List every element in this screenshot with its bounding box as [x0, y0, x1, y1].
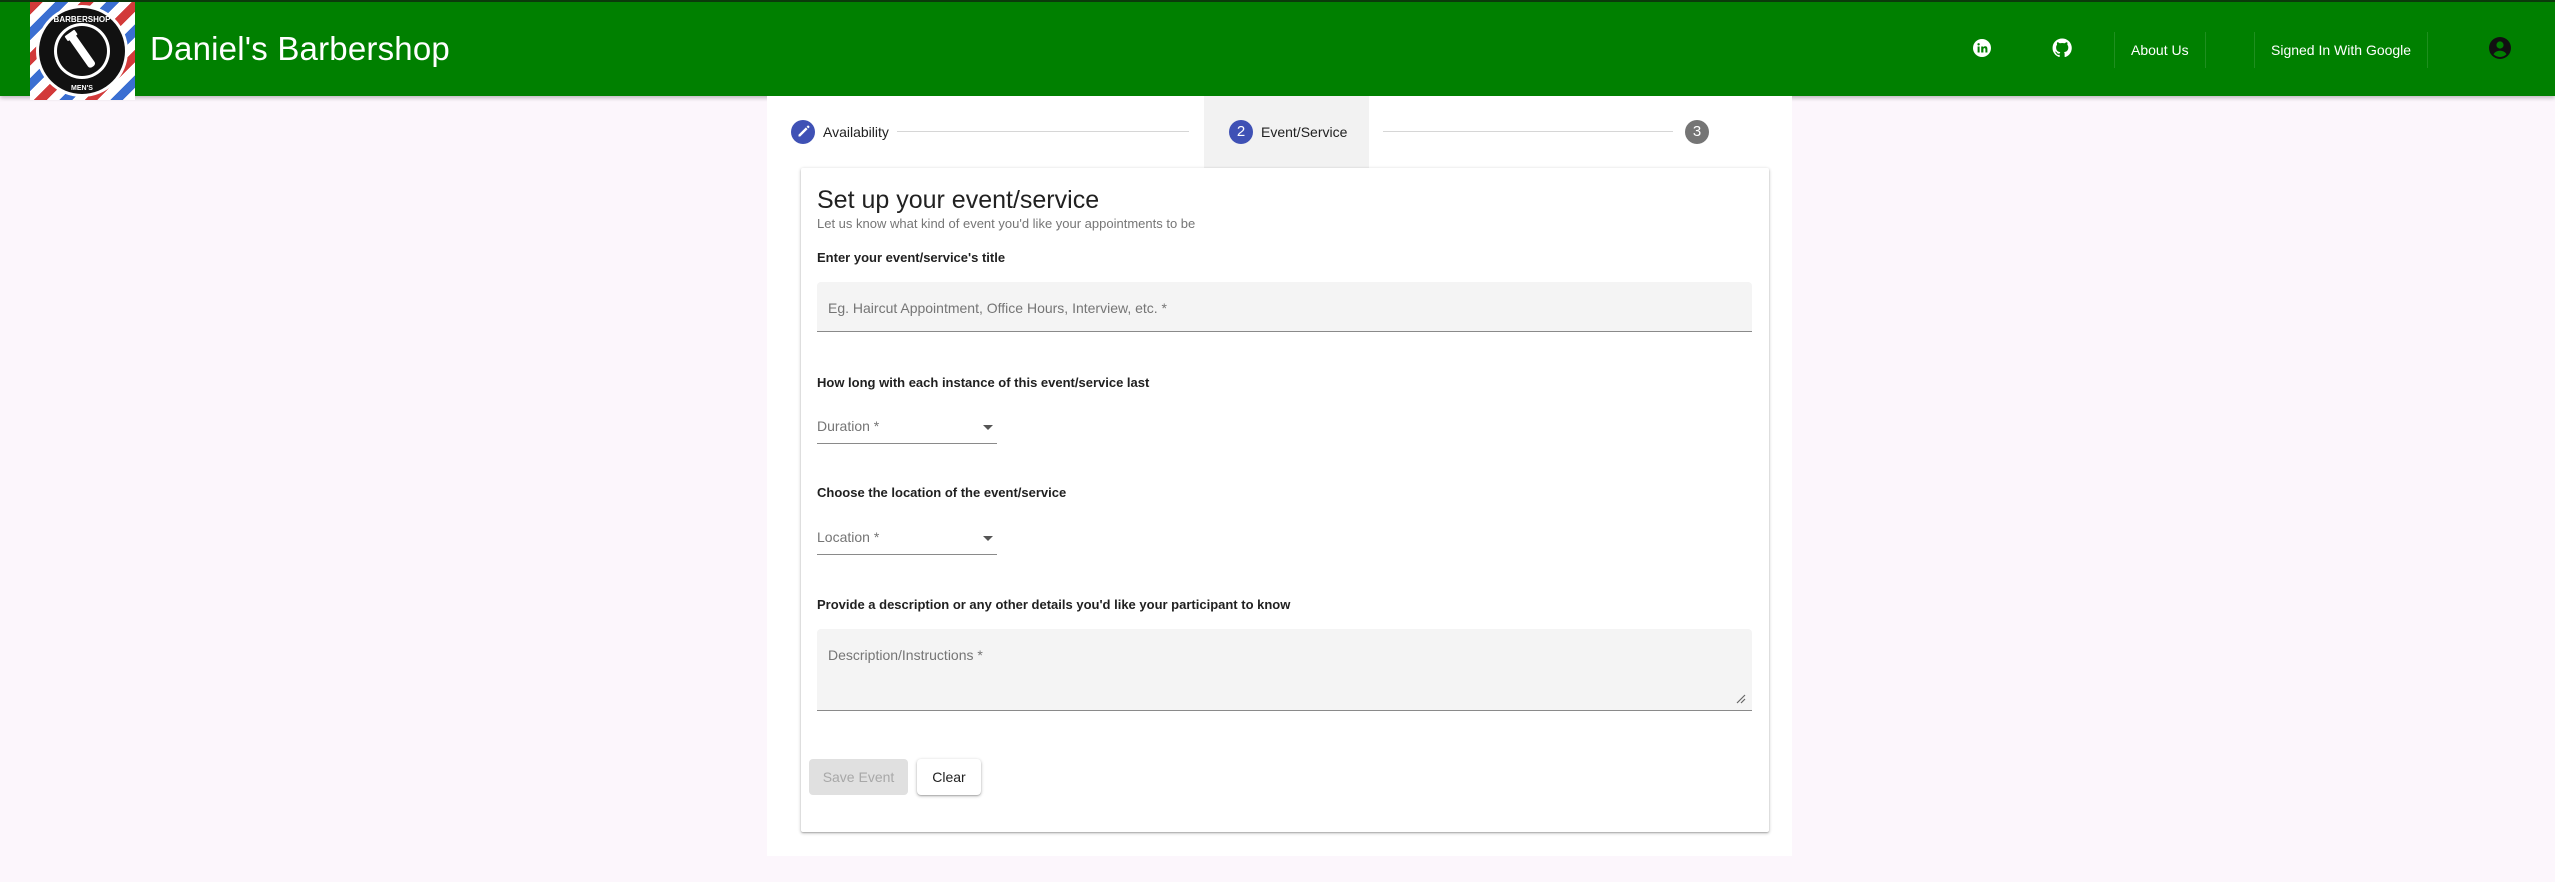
location-question-label: Choose the location of the event/service — [817, 485, 1067, 500]
step-2-number[interactable]: 2 — [1229, 120, 1253, 144]
step-3-number[interactable]: 3 — [1685, 120, 1709, 144]
logo-emblem: BARBERSHOP MEN'S — [36, 5, 128, 97]
duration-question-label: How long with each instance of this even… — [817, 375, 1150, 390]
step-connector-2 — [1383, 131, 1673, 132]
clear-button[interactable]: Clear — [917, 759, 981, 795]
event-title-field[interactable]: Eg. Haircut Appointment, Office Hours, I… — [817, 282, 1752, 332]
about-us-button[interactable]: About Us — [2114, 32, 2206, 68]
account-circle-icon[interactable] — [2488, 36, 2512, 60]
location-select[interactable]: Location * — [817, 515, 997, 555]
event-form-card: Set up your event/service Let us know wh… — [801, 168, 1769, 832]
logo-top-text: BARBERSHOP — [54, 15, 112, 24]
duration-select[interactable]: Duration * — [817, 404, 997, 444]
stepper: Availability 2 Event/Service 3 — [767, 96, 1792, 168]
form-title: Set up your event/service — [817, 186, 1100, 214]
step-1-pencil-icon[interactable] — [791, 120, 815, 144]
save-event-button[interactable]: Save Event — [809, 759, 908, 795]
step-1-label[interactable]: Availability — [823, 124, 889, 140]
duration-placeholder: Duration * — [817, 418, 880, 434]
step-connector-1 — [897, 131, 1189, 132]
description-textarea[interactable]: Description/Instructions * — [817, 629, 1752, 711]
chevron-down-icon — [983, 425, 993, 430]
chevron-down-icon — [983, 536, 993, 541]
brand-title[interactable]: Daniel's Barbershop — [150, 30, 450, 68]
linkedin-icon[interactable] — [1970, 36, 1994, 60]
barbershop-logo[interactable]: BARBERSHOP MEN'S — [30, 2, 135, 100]
title-question-label: Enter your event/service's title — [817, 250, 1006, 265]
logo-bottom-text: MEN'S — [71, 85, 93, 92]
main-sheet: Availability 2 Event/Service 3 Set up yo… — [767, 96, 1792, 856]
resize-handle-icon[interactable] — [1734, 692, 1746, 704]
event-title-placeholder: Eg. Haircut Appointment, Office Hours, I… — [828, 300, 1168, 316]
description-placeholder: Description/Instructions * — [828, 647, 983, 663]
location-placeholder: Location * — [817, 529, 880, 545]
step-2-label[interactable]: Event/Service — [1261, 124, 1347, 140]
form-subtitle: Let us know what kind of event you'd lik… — [817, 216, 1196, 231]
signed-in-google-button[interactable]: Signed In With Google — [2254, 32, 2429, 68]
description-question-label: Provide a description or any other detai… — [817, 597, 1291, 612]
app-bar: BARBERSHOP MEN'S Daniel's Barbershop Abo… — [0, 0, 2555, 100]
github-icon[interactable] — [2050, 36, 2074, 60]
